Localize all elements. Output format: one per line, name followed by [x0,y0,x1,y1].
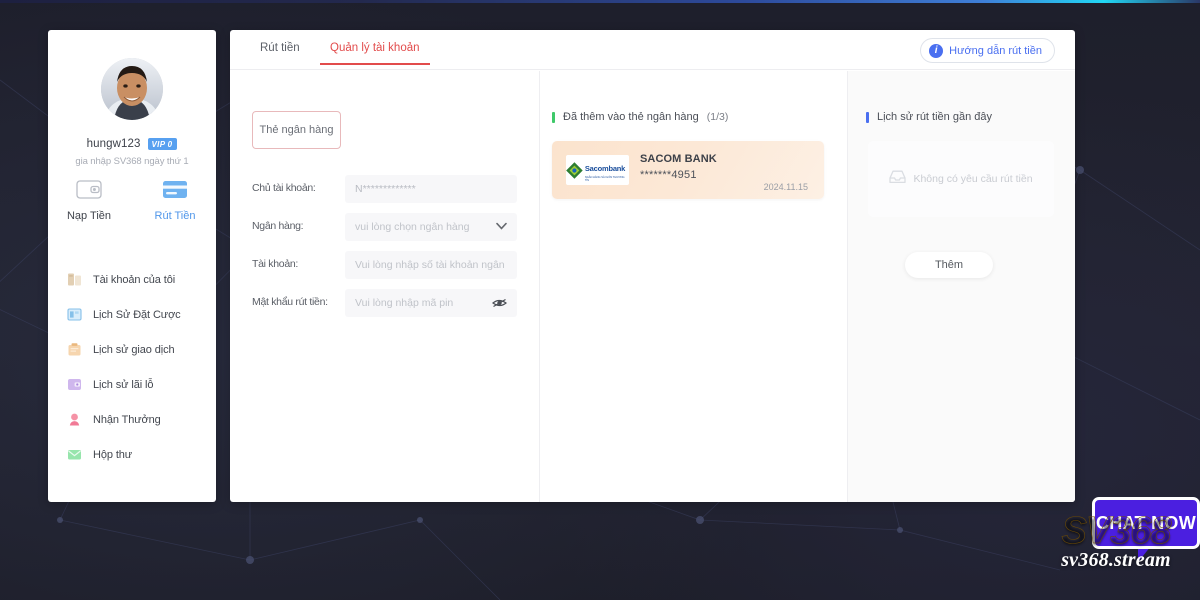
card-icon [147,176,203,202]
sidebar-item-account-label: Tài khoản của tôi [93,273,176,286]
empty-history-text: Không có yêu cầu rút tiền [913,173,1033,185]
chevron-down-icon [496,222,507,234]
action-withdraw-label: Rút Tiền [154,210,196,222]
sidebar-item-account[interactable]: Tài khoản của tôi [48,262,216,297]
sidebar-item-profit-loss[interactable]: Lịch sử lãi lỗ [48,367,216,402]
add-button[interactable]: Thêm [905,252,993,278]
sidebar-panel: hungw123 VIP 0 gia nhập SV368 ngày thứ 1… [48,30,216,502]
bank-form-column: Thẻ ngân hàng Chủ tài khoản: Ngân hàng: … [230,71,540,502]
join-date-text: gia nhập SV368 ngày thứ 1 [75,156,189,167]
empty-history-box: Không có yêu cầu rút tiền [868,141,1054,217]
field-withdraw-password: Mật khẩu rút tiền: [252,289,517,317]
username: hungw123 [86,138,141,150]
withdraw-history-heading-text: Lịch sử rút tiền gần đây [877,111,992,123]
action-deposit-label: Nạp Tiền [66,210,112,222]
avatar[interactable] [101,58,163,120]
quick-actions: Nạp Tiền Rút Tiền [48,176,216,222]
wallet-icon [61,176,117,202]
profit-loss-icon [67,377,82,392]
added-cards-heading-text: Đã thêm vào thẻ ngân hàng [563,111,699,123]
sidebar-item-bet-history[interactable]: Lịch Sử Đặt Cược [48,297,216,332]
sidebar-item-mailbox-label: Hộp thư [93,448,133,461]
sidebar-item-profit-loss-label: Lịch sử lãi lỗ [93,378,154,391]
field-account-number: Tài khoản: [252,251,517,279]
site-url: sv368.stream [1061,549,1171,571]
action-deposit[interactable]: Nạp Tiền [61,176,117,222]
field-bank-select: Ngân hàng: vui lòng chọn ngân hàng [252,213,517,241]
account-owner-input[interactable] [345,175,517,203]
card-type-button[interactable]: Thẻ ngân hàng [252,111,341,149]
bank-card-number: *******4951 [640,169,697,181]
eye-toggle-icon[interactable] [492,296,507,314]
account-number-input[interactable] [345,251,517,279]
tab-bar: Rút tiền Quản lý tài khoản i Hướng dẫn r… [230,30,1075,70]
sv368-logo: SV368 [1061,510,1172,552]
field-account-owner-label: Chủ tài khoản: [252,182,316,194]
inbox-icon [889,170,907,189]
added-cards-column: Đã thêm vào thẻ ngân hàng (1/3) Sacomban… [540,71,848,502]
reward-icon [67,412,82,427]
heading-accent-bar [552,111,555,123]
field-account-owner: Chủ tài khoản: [252,175,517,203]
transaction-history-icon [67,342,82,357]
added-cards-count: (1/3) [706,111,729,123]
sacombank-logo-text: Sacombank [584,164,626,173]
sidebar-item-reward-label: Nhận Thưởng [93,413,161,426]
sidebar-item-transaction-history-label: Lịch sử giao dịch [93,343,175,356]
sidebar-item-transaction-history[interactable]: Lịch sử giao dịch [48,332,216,367]
brand-watermark: SV368 sv368.stream [1032,511,1200,591]
action-withdraw[interactable]: Rút Tiền [147,176,203,222]
bet-history-icon [67,307,82,322]
withdraw-guide-label: Hướng dẫn rút tiền [949,44,1042,57]
account-icon [67,272,82,287]
bank-select[interactable]: vui lòng chọn ngân hàng [345,213,517,241]
history-accent-bar [866,111,869,123]
mailbox-icon [67,447,82,462]
withdraw-guide-button[interactable]: i Hướng dẫn rút tiền [920,38,1055,63]
field-bank-label: Ngân hàng: [252,220,304,232]
vip-badge: VIP 0 [147,138,178,150]
bank-card-item[interactable]: Sacombank NGÂN HÀNG SÀI GÒN THƯƠNG TÍN S… [552,141,824,199]
field-account-number-label: Tài khoản: [252,258,299,270]
info-icon: i [929,43,944,58]
withdraw-history-column: Lịch sử rút tiền gần đây Không có yêu cầ… [848,71,1075,502]
bank-select-placeholder: vui lòng chọn ngân hàng [355,221,470,233]
sacombank-logo-subtext: NGÂN HÀNG SÀI GÒN THƯƠNG TÍN [584,176,625,182]
main-panel: Rút tiền Quản lý tài khoản i Hướng dẫn r… [230,30,1075,502]
added-cards-heading: Đã thêm vào thẻ ngân hàng (1/3) [552,111,728,123]
bank-card-name: SACOM BANK [640,153,717,165]
tab-account-management[interactable]: Quản lý tài khoản [320,42,429,65]
tab-withdraw[interactable]: Rút tiền [260,42,300,54]
bank-card-date: 2024.11.15 [763,182,808,192]
field-withdraw-password-label: Mật khẩu rút tiền: [252,296,328,308]
withdraw-history-heading: Lịch sử rút tiền gần đây [866,111,992,123]
sacombank-logo: Sacombank NGÂN HÀNG SÀI GÒN THƯƠNG TÍN [566,155,629,185]
sidebar-item-mailbox[interactable]: Hộp thư [48,437,216,472]
sidebar-menu: Tài khoản của tôi Lịch Sử Đặt Cược Lịch … [48,262,216,472]
user-info-row: hungw123 VIP 0 [48,138,216,150]
sidebar-item-reward[interactable]: Nhận Thưởng [48,402,216,437]
sidebar-item-bet-history-label: Lịch Sử Đặt Cược [93,308,181,321]
